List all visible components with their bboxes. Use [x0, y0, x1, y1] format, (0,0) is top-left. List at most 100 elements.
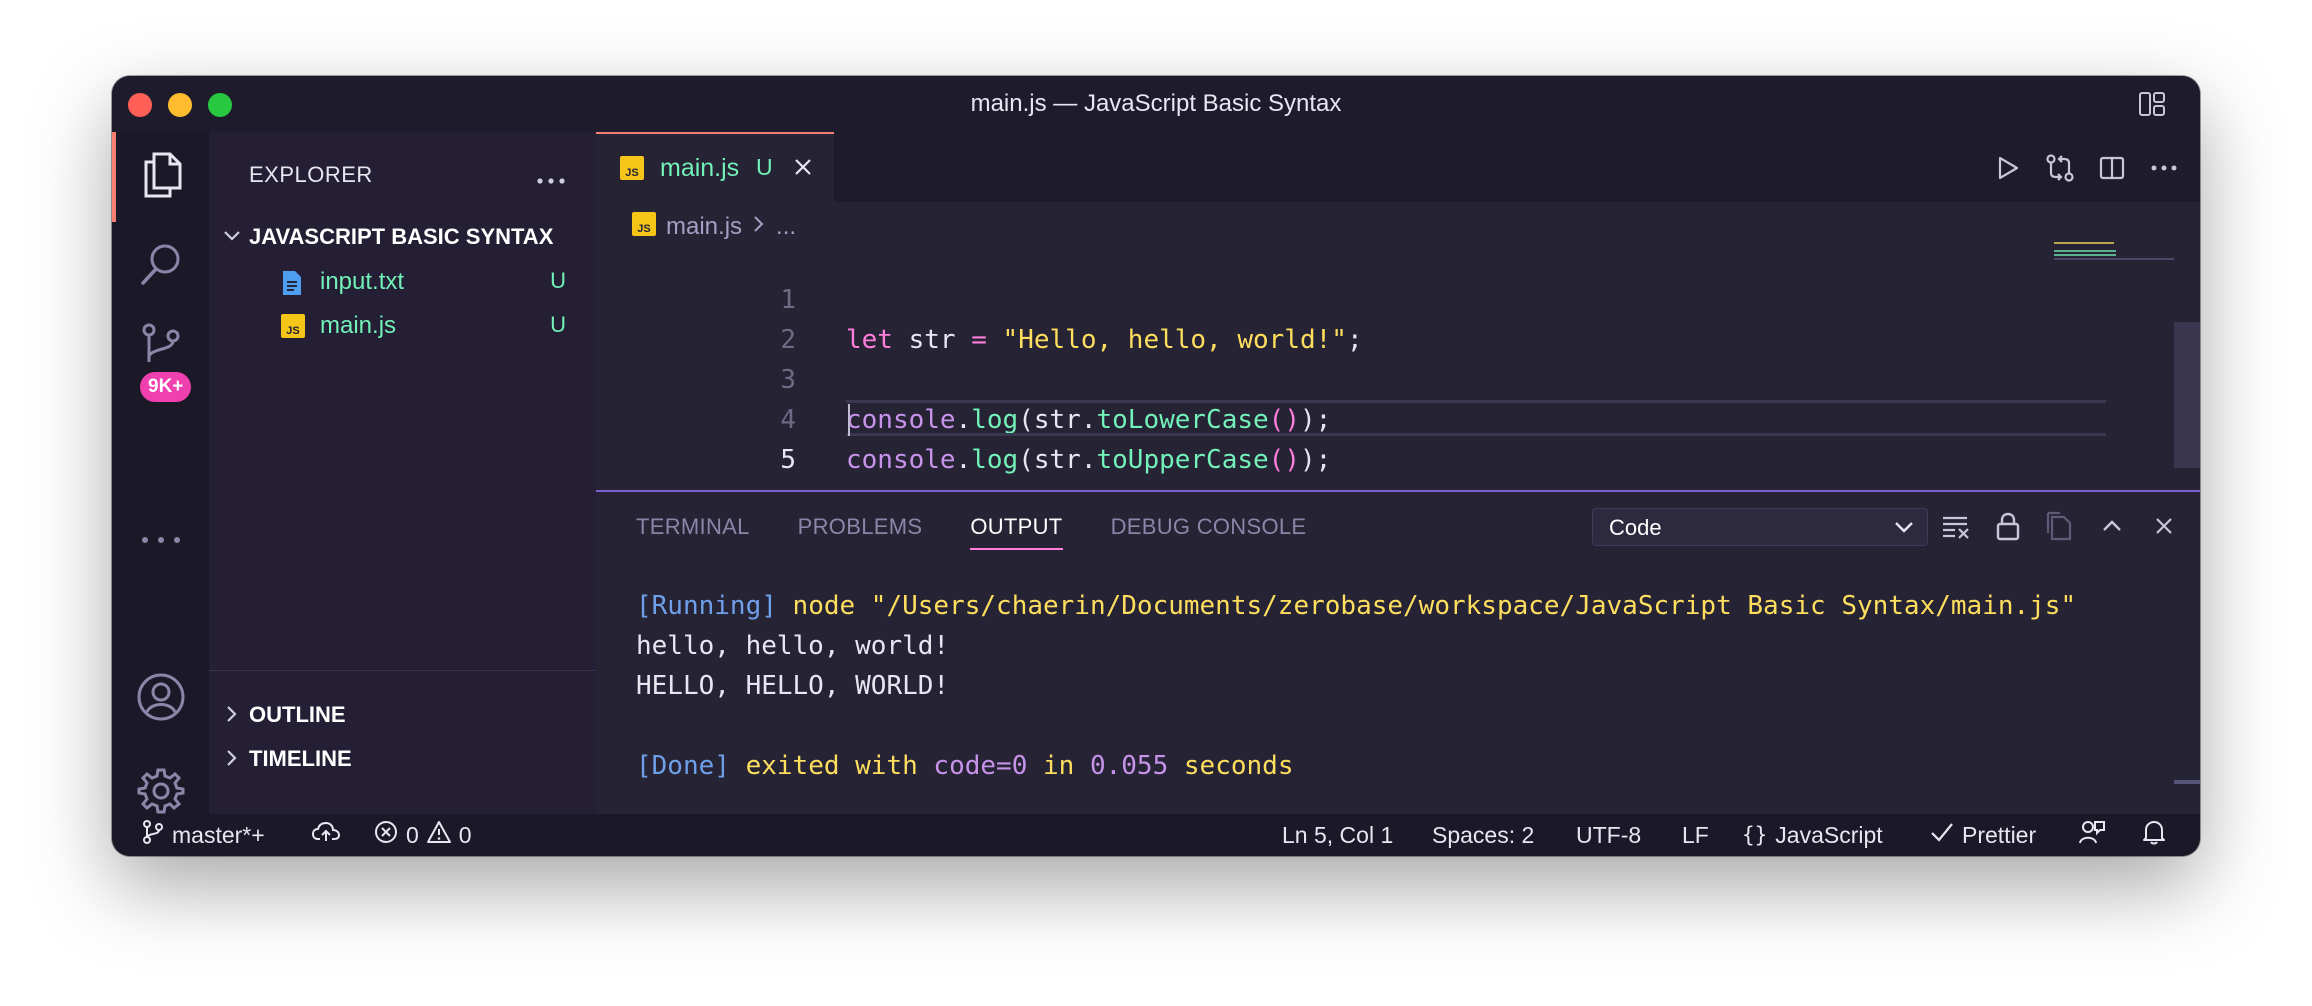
close-panel-icon[interactable]	[2148, 510, 2180, 542]
output-channel-value: Code	[1609, 515, 1662, 540]
js-file-icon: JS	[620, 156, 644, 185]
more-views-activity[interactable]	[112, 496, 209, 586]
output-line: HELLO, HELLO, WORLD!	[636, 671, 950, 701]
clear-output-icon[interactable]	[1940, 510, 1972, 542]
tab-debug-console[interactable]: DEBUG CONSOLE	[1111, 514, 1307, 550]
problems-indicator[interactable]: 0 0	[374, 814, 472, 856]
output-line: hello, hello, world!	[636, 631, 950, 661]
search-icon	[137, 241, 185, 294]
close-icon[interactable]	[792, 156, 814, 183]
file-name: input.txt	[320, 268, 405, 295]
breadcrumb: JS main.js ...	[632, 211, 796, 243]
window-title: main.js — JavaScript Basic Syntax	[970, 90, 1342, 117]
braces-icon: {}	[1742, 823, 1768, 847]
svg-text:JS: JS	[625, 167, 638, 179]
maximize-panel-icon[interactable]	[2096, 510, 2128, 542]
warning-count: 0	[458, 821, 472, 848]
explorer-activity[interactable]	[112, 132, 209, 222]
chevron-right-icon	[221, 748, 241, 773]
tab-label: main.js	[660, 154, 740, 182]
explorer-more-actions-icon[interactable]	[536, 160, 566, 192]
explorer-sidebar: EXPLORER JAVASCRIPT BASIC SYNTAX input.t…	[209, 132, 596, 814]
editor-scrollbar[interactable]	[2174, 322, 2200, 468]
feedback-button[interactable]	[2078, 814, 2106, 856]
tab-output[interactable]: OUTPUT	[970, 514, 1063, 550]
lock-scroll-icon[interactable]	[1992, 510, 2024, 542]
prettier-status[interactable]: Prettier	[1930, 814, 2036, 856]
chevron-down-icon	[1893, 519, 1915, 540]
gear-icon	[136, 766, 186, 821]
workspace-folder-name: JAVASCRIPT BASIC SYNTAX	[249, 224, 554, 249]
code-line: 4 console.log(str.toUpperCase());	[596, 360, 2096, 475]
encoding-indicator[interactable]: UTF-8	[1576, 814, 1641, 856]
output-line: [Running] node "/Users/chaerin/Documents…	[636, 591, 2077, 621]
branch-name: master*+	[172, 821, 265, 848]
file-item-main-js[interactable]: JS main.js U	[209, 304, 596, 348]
editor-tab-bar: JS main.js U	[596, 132, 2200, 202]
customize-layout-icon[interactable]	[2138, 90, 2166, 118]
notifications-button[interactable]	[2142, 814, 2166, 856]
bell-icon	[2142, 819, 2166, 851]
line-number: 5	[780, 445, 796, 475]
compare-changes-icon[interactable]	[2044, 152, 2076, 184]
svg-text:JS: JS	[637, 223, 650, 235]
split-editor-icon[interactable]	[2096, 152, 2128, 184]
code-line: 1 let str = "Hello, hello, world!";	[596, 240, 2096, 355]
files-icon	[140, 150, 186, 205]
activity-bar: 9K+	[112, 132, 209, 814]
eol-indicator[interactable]: LF	[1682, 814, 1709, 856]
git-status-badge: U	[550, 268, 566, 293]
cursor-position[interactable]: Ln 5, Col 1	[1282, 814, 1393, 856]
outline-section[interactable]: OUTLINE	[209, 692, 596, 736]
git-branch-icon	[142, 819, 164, 851]
minimap[interactable]	[2054, 240, 2174, 280]
code-line-current: 5	[596, 400, 2106, 475]
branch-indicator[interactable]: master*+	[142, 814, 265, 856]
text-caret	[848, 404, 850, 436]
run-icon[interactable]	[1992, 152, 2024, 184]
breadcrumb-file[interactable]: main.js	[666, 213, 742, 241]
breadcrumb-symbols[interactable]: ...	[776, 213, 796, 241]
timeline-section[interactable]: TIMELINE	[209, 736, 596, 780]
source-control-icon	[139, 322, 183, 371]
search-activity[interactable]	[112, 222, 209, 312]
status-bar: master*+ 0 0 Ln 5, Col 1 Spaces: 2 UTF-8…	[112, 814, 2200, 856]
feedback-icon	[2078, 819, 2106, 851]
output-channel-select[interactable]: Code	[1592, 508, 1928, 546]
chevron-right-icon	[221, 704, 241, 729]
current-line-highlight	[846, 400, 2106, 436]
output-view[interactable]: [Running] node "/Users/chaerin/Documents…	[636, 586, 2156, 786]
js-file-icon: JS	[281, 314, 305, 343]
panel-actions	[1940, 510, 2180, 542]
sync-button[interactable]	[311, 814, 341, 856]
editor-tab-main-js[interactable]: JS main.js U	[596, 132, 834, 202]
tab-terminal[interactable]: TERMINAL	[636, 514, 750, 550]
language-mode[interactable]: {} JavaScript	[1742, 814, 1883, 856]
js-file-icon: JS	[632, 211, 656, 243]
file-item-input-txt[interactable]: input.txt U	[209, 260, 596, 304]
open-output-in-editor-icon[interactable]	[2044, 510, 2076, 542]
formatter-name: Prettier	[1962, 821, 2037, 848]
panel-scrollbar[interactable]	[2174, 780, 2200, 784]
outline-section-title: OUTLINE	[249, 702, 346, 727]
tab-problems[interactable]: PROBLEMS	[798, 514, 923, 550]
git-status-badge: U	[550, 312, 566, 337]
warning-icon	[426, 820, 451, 850]
editor-more-actions-icon[interactable]	[2148, 152, 2180, 184]
sidebar-divider	[209, 670, 596, 671]
timeline-section-title: TIMELINE	[249, 746, 352, 771]
panel-tabs: TERMINAL PROBLEMS OUTPUT DEBUG CONSOLE	[636, 514, 1306, 550]
code-text: console.log(str.toUpperCase());	[846, 445, 1332, 475]
code-line: 3 console.log(str.toLowerCase());	[596, 320, 2096, 435]
scm-count-badge: 9K+	[140, 372, 192, 402]
language-name: JavaScript	[1775, 821, 1883, 848]
vscode-window: main.js — JavaScript Basic Syntax 9K+ EX…	[112, 76, 2200, 856]
editor-actions	[1992, 152, 2180, 184]
accounts-activity[interactable]	[112, 654, 209, 744]
chevron-right-icon	[752, 213, 766, 241]
error-icon	[374, 820, 398, 850]
code-line: 2	[596, 280, 2096, 355]
workspace-folder[interactable]: JAVASCRIPT BASIC SYNTAX	[209, 218, 596, 258]
indentation-indicator[interactable]: Spaces: 2	[1432, 814, 1534, 856]
svg-text:JS: JS	[286, 325, 299, 337]
